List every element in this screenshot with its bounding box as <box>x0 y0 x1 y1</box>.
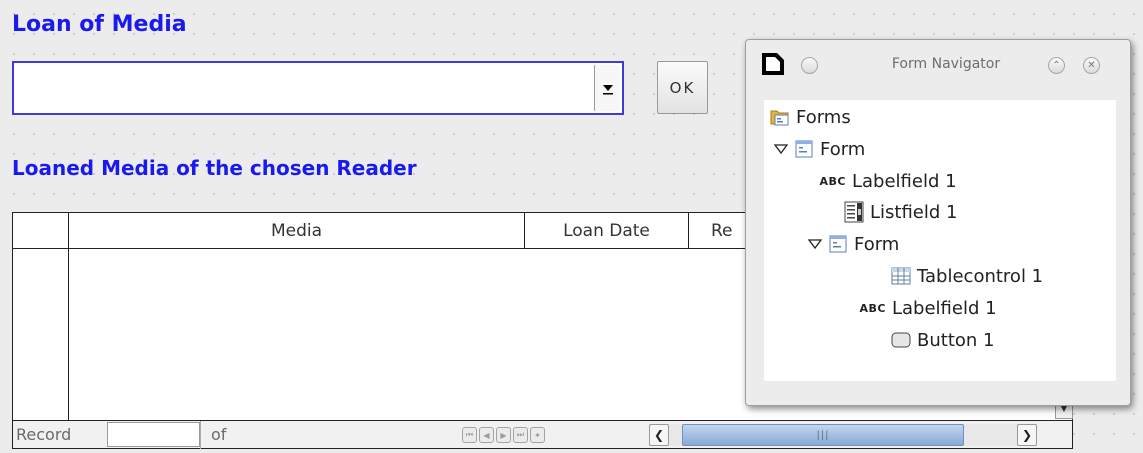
scroll-left-button[interactable]: ❮ <box>649 424 669 446</box>
table-control-icon <box>891 267 911 285</box>
grip-icon: ||| <box>816 429 830 441</box>
horizontal-scrollbar[interactable]: ❮ ||| ❯ <box>649 424 1037 446</box>
label-field-icon: ABC <box>819 174 846 188</box>
scroll-right-button[interactable]: ❯ <box>1017 424 1037 446</box>
tree-node-label: Listfield 1 <box>870 201 958 223</box>
close-icon: ✕ <box>1087 60 1096 71</box>
tree-node-label: Button 1 <box>917 329 995 351</box>
row-header-corner <box>13 213 69 249</box>
expanded-triangle-icon[interactable] <box>774 143 788 155</box>
form-tree[interactable]: Forms Form ABC Labelfield 1 Listfield 1 … <box>764 100 1116 381</box>
row-header-column[interactable] <box>13 249 69 420</box>
last-record-button[interactable]: ⏭ <box>513 427 528 443</box>
tree-node-label: Labelfield 1 <box>892 297 997 319</box>
form-navigator-window[interactable]: Form Navigator ⌃ ✕ Forms Form ABC Labelf… <box>745 39 1131 406</box>
window-menu-button[interactable] <box>801 57 818 74</box>
tree-node-labelfield-sub[interactable]: ABC Labelfield 1 <box>848 297 997 319</box>
tree-node-label: Tablecontrol 1 <box>917 265 1044 287</box>
last-record-icon: ⏭ <box>516 430 525 439</box>
form-title: Loan of Media <box>12 12 187 37</box>
new-record-button[interactable]: ✦ <box>530 427 545 443</box>
next-record-button[interactable]: ▶ <box>496 427 511 443</box>
form-icon <box>795 140 813 158</box>
form-icon <box>829 235 847 253</box>
tree-node-label: Form <box>854 233 900 255</box>
next-record-icon: ▶ <box>500 430 507 440</box>
record-label: Record <box>16 425 72 444</box>
list-field-icon <box>844 201 864 223</box>
window-titlebar[interactable]: Form Navigator ⌃ ✕ <box>746 40 1130 88</box>
window-close-button[interactable]: ✕ <box>1083 57 1100 74</box>
window-minimize-button[interactable]: ⌃ <box>1048 57 1065 74</box>
previous-record-icon: ◀ <box>483 430 490 440</box>
ok-button[interactable]: OK <box>657 61 708 114</box>
of-label: of <box>211 425 227 444</box>
first-record-button[interactable]: ⏮ <box>462 427 477 443</box>
forms-folder-icon <box>770 110 789 126</box>
chevron-left-icon: ❮ <box>653 428 665 442</box>
tree-node-tablecontrol[interactable]: Tablecontrol 1 <box>891 265 1043 287</box>
tree-node-label: Form <box>820 138 866 160</box>
tree-node-labelfield[interactable]: ABC Labelfield 1 <box>808 170 957 192</box>
tree-node-forms[interactable]: Forms <box>770 106 851 128</box>
tree-node-subform[interactable]: Form <box>808 233 899 255</box>
reader-list-box[interactable] <box>12 61 624 115</box>
label-field-icon: ABC <box>859 301 886 315</box>
tree-node-label: Forms <box>796 106 851 128</box>
chevron-right-icon: ❯ <box>1021 428 1033 442</box>
column-header-media[interactable]: Media <box>69 213 525 249</box>
tree-node-label: Labelfield 1 <box>852 170 957 192</box>
record-number-input[interactable] <box>107 422 200 447</box>
form-subtitle: Loaned Media of the chosen Reader <box>12 156 417 180</box>
expanded-triangle-icon[interactable] <box>808 238 822 250</box>
dropdown-arrow-button[interactable] <box>594 65 620 111</box>
chevron-up-icon: ⌃ <box>1052 60 1061 71</box>
separator <box>200 421 201 449</box>
button-icon <box>891 332 911 348</box>
new-record-icon: ✦ <box>534 430 541 440</box>
column-header-loan-date[interactable]: Loan Date <box>525 213 689 249</box>
record-navigation-bar: Record of ⏮ ◀ ▶ ⏭ ✦ ❮ ||| ❯ <box>13 420 1072 449</box>
scrollbar-thumb[interactable]: ||| <box>682 424 964 446</box>
window-title: Form Navigator <box>891 56 1001 72</box>
first-record-icon: ⏮ <box>465 430 474 439</box>
previous-record-button[interactable]: ◀ <box>479 427 494 443</box>
tree-node-button[interactable]: Button 1 <box>891 329 994 351</box>
document-icon <box>762 53 784 75</box>
tree-node-form[interactable]: Form <box>774 138 865 160</box>
tree-node-listfield[interactable]: Listfield 1 <box>844 201 957 223</box>
chevron-down-icon <box>602 85 613 95</box>
